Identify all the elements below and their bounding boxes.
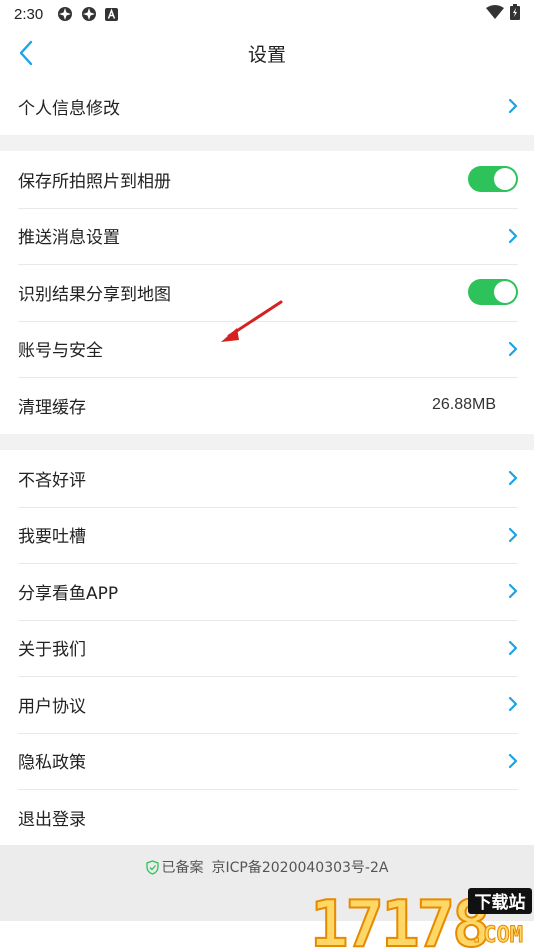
font-notification-icon [105,7,119,21]
row-label: 我要吐槽 [18,527,86,548]
row-label: 推送消息设置 [18,228,120,249]
share-to-map-toggle[interactable] [468,279,518,306]
chevron-right-icon [506,97,520,115]
back-button[interactable] [14,38,38,68]
chevron-right-icon [506,752,520,770]
settings-section-general: 保存所拍照片到相册 推送消息设置 识别结果分享到地图 账号与安全 清理缓存 26… [0,151,534,434]
row-label: 保存所拍照片到相册 [18,171,171,192]
watermark-tag: 下载站 [475,892,526,913]
row-user-agreement[interactable]: 用户协议 [0,676,534,733]
cache-size-value: 26.88MB [431,396,496,414]
row-label: 不吝好评 [18,470,86,491]
app-notification-icon [81,6,97,22]
row-rate-app[interactable]: 不吝好评 [0,450,534,507]
app-header: 设置 [0,28,534,78]
row-push-settings[interactable]: 推送消息设置 [0,207,534,265]
row-logout[interactable]: 退出登录 [0,789,534,846]
row-label: 退出登录 [18,809,86,830]
status-time: 2:30 [14,5,44,23]
chevron-right-icon [506,469,520,487]
filed-label: 已备案 [161,860,204,876]
row-feedback[interactable]: 我要吐槽 [0,506,534,564]
row-save-photos[interactable]: 保存所拍照片到相册 [0,151,534,208]
row-clear-cache[interactable]: 清理缓存 26.88MB [0,377,534,434]
site-watermark-logo: 17178 下载站 .COM [309,887,532,950]
shield-check-icon [145,859,159,875]
toggle-knob [494,281,516,304]
row-label: 分享看鱼APP [18,583,119,604]
icp-number: 京ICP备2020040303号-2A [211,860,389,876]
wifi-icon [486,5,504,23]
app-notification-icon [57,6,73,22]
icp-record: 已备案 京ICP备2020040303号-2A [145,858,389,876]
annotation-arrow-icon [221,300,283,342]
row-share-app[interactable]: 分享看鱼APP [0,563,534,620]
row-label: 隐私政策 [18,753,86,774]
watermark-number: 17178 [310,888,488,950]
row-label: 个人信息修改 [18,98,120,119]
chevron-left-icon [19,40,33,66]
chevron-right-icon [506,582,520,600]
battery-icon [510,4,520,24]
watermark-suffix: .COM [470,923,523,948]
save-photos-toggle[interactable] [468,166,518,193]
chevron-right-icon [506,526,520,544]
chevron-right-icon [506,639,520,657]
page-title: 设置 [247,43,286,66]
row-label: 用户协议 [18,696,86,717]
row-about-us[interactable]: 关于我们 [0,619,534,677]
toggle-knob [494,168,516,191]
settings-section-about: 不吝好评 我要吐槽 分享看鱼APP 关于我们 用户协议 隐私政策 退出登录 [0,450,534,846]
chevron-right-icon [506,340,520,358]
chevron-right-icon [506,695,520,713]
row-profile-edit[interactable]: 个人信息修改 [0,78,534,135]
row-privacy-policy[interactable]: 隐私政策 [0,732,534,790]
status-bar: 2:30 [0,0,534,28]
chevron-right-icon [506,227,520,245]
row-label: 关于我们 [18,640,86,661]
settings-section-profile: 个人信息修改 [0,78,534,135]
